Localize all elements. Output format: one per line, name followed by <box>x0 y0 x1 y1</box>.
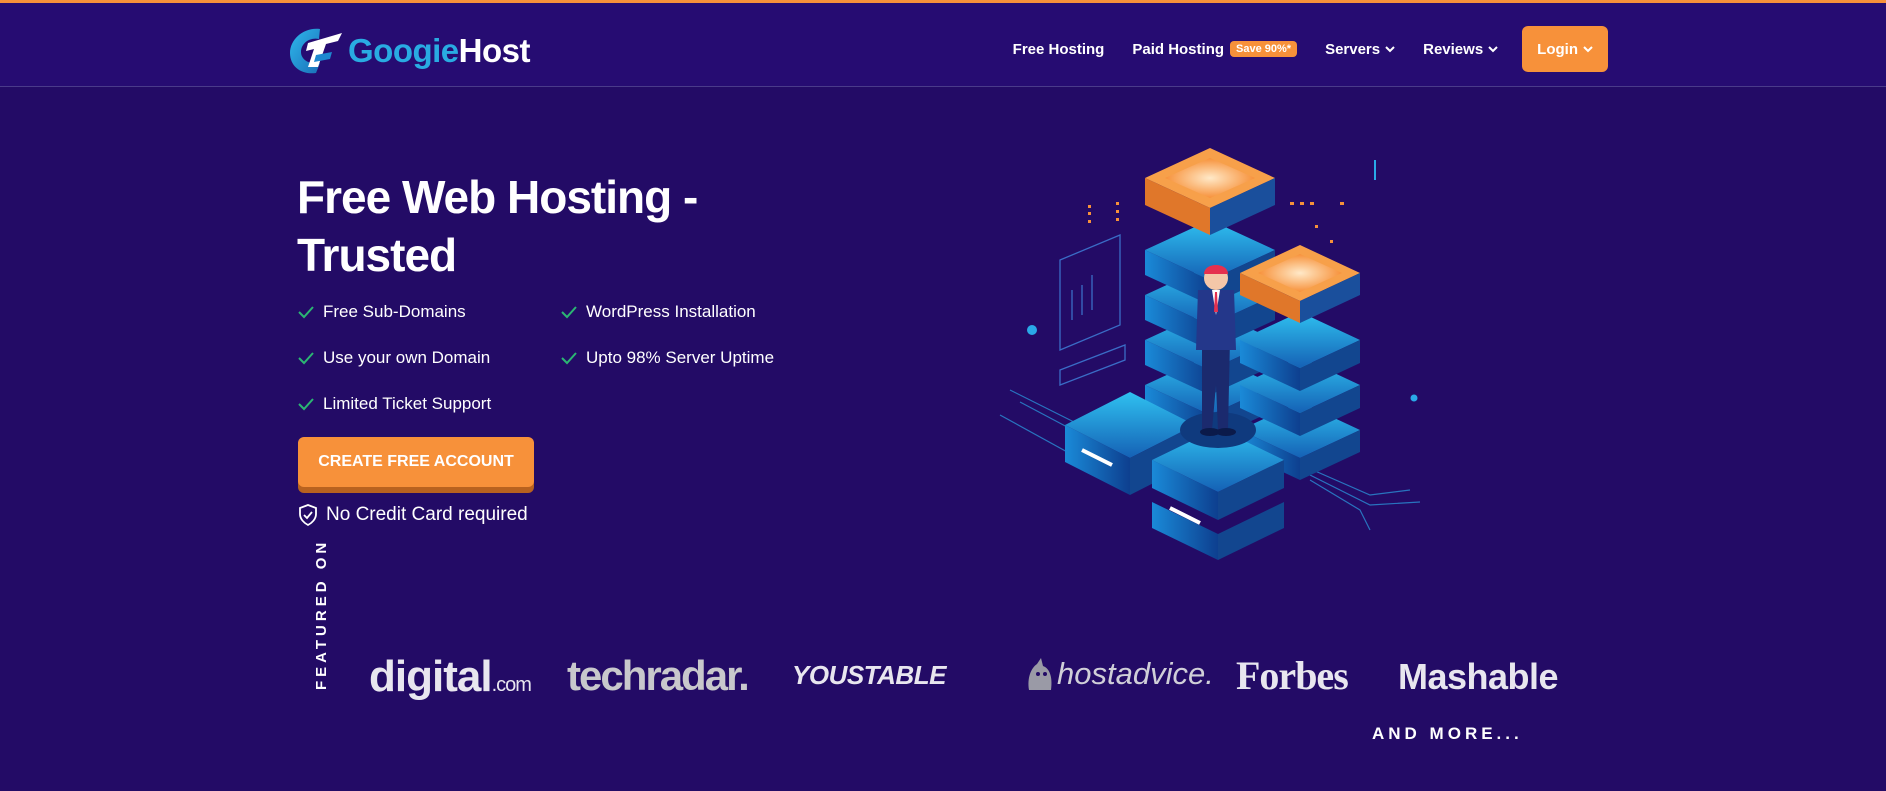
feature-item: WordPress Installation <box>560 302 756 322</box>
googiehost-logo-icon <box>290 28 342 74</box>
nav-paid-hosting[interactable]: Paid Hosting Save 90%* <box>1132 40 1298 58</box>
nav-free-hosting-label: Free Hosting <box>1012 40 1105 58</box>
login-button[interactable]: Login <box>1522 26 1608 72</box>
brand-digital-suffix: .com <box>491 674 532 696</box>
chevron-down-icon <box>1385 46 1395 53</box>
hostadvice-mascot-icon <box>1028 658 1052 690</box>
brand-digital-text: digital <box>369 652 493 701</box>
and-more-label: AND MORE... <box>1372 724 1523 743</box>
nav-paid-hosting-label: Paid Hosting <box>1132 40 1225 58</box>
chevron-down-icon <box>1583 46 1593 53</box>
create-free-account-button[interactable]: CREATE FREE ACCOUNT <box>298 437 534 487</box>
chevron-down-icon <box>1488 46 1498 53</box>
feature-item: Limited Ticket Support <box>297 394 491 414</box>
brand-forbes-logo: Forbes <box>1236 653 1349 698</box>
feature-item: Upto 98% Server Uptime <box>560 348 774 368</box>
no-credit-card-text: No Credit Card required <box>326 504 528 525</box>
main-nav: Free Hosting Paid Hosting Save 90%* Serv… <box>985 26 1608 72</box>
nav-servers-label: Servers <box>1325 40 1381 58</box>
feature-item: Free Sub-Domains <box>297 302 466 322</box>
nav-servers[interactable]: Servers <box>1325 41 1395 58</box>
nav-reviews-label: Reviews <box>1423 40 1484 58</box>
brand-digital-logo: digital.com <box>369 652 532 702</box>
feature-text: WordPress Installation <box>586 302 756 321</box>
nav-reviews[interactable]: Reviews <box>1423 41 1498 58</box>
site-logo[interactable]: GoogieHost <box>286 23 546 79</box>
brand-mashable-logo: Mashable <box>1398 656 1559 697</box>
check-icon <box>298 398 314 411</box>
server-illustration <box>999 148 1421 560</box>
feature-text: Use your own Domain <box>323 348 491 367</box>
feature-text: Limited Ticket Support <box>323 394 492 413</box>
check-icon <box>561 306 577 319</box>
brand-youstable-logo: YOUSTABLE <box>792 660 946 690</box>
check-icon <box>561 352 577 365</box>
feature-text: Upto 98% Server Uptime <box>586 348 775 367</box>
login-label: Login <box>1537 40 1578 58</box>
nav-free-hosting[interactable]: Free Hosting <box>1013 41 1105 58</box>
hero-title: Free Web Hosting - Trusted <box>297 171 698 281</box>
check-icon <box>298 306 314 319</box>
save-badge: Save 90%* <box>1230 41 1298 57</box>
feature-text: Free Sub-Domains <box>323 302 466 321</box>
brand-hostadvice-logo: hostadvice. <box>1023 656 1214 692</box>
brand-techradar-logo: techradar. <box>567 652 750 699</box>
check-icon <box>298 352 314 365</box>
no-credit-card-note: No Credit Card required <box>298 504 528 526</box>
site-header: GoogieHost Free Hosting Paid Hosting Sav… <box>0 3 1886 87</box>
featured-on-label: FEATURED ON <box>313 538 330 690</box>
feature-item: Use your own Domain <box>297 348 490 368</box>
brand-hostadvice-text: hostadvice. <box>1057 656 1214 691</box>
logo-text: GoogieHost <box>348 32 531 69</box>
